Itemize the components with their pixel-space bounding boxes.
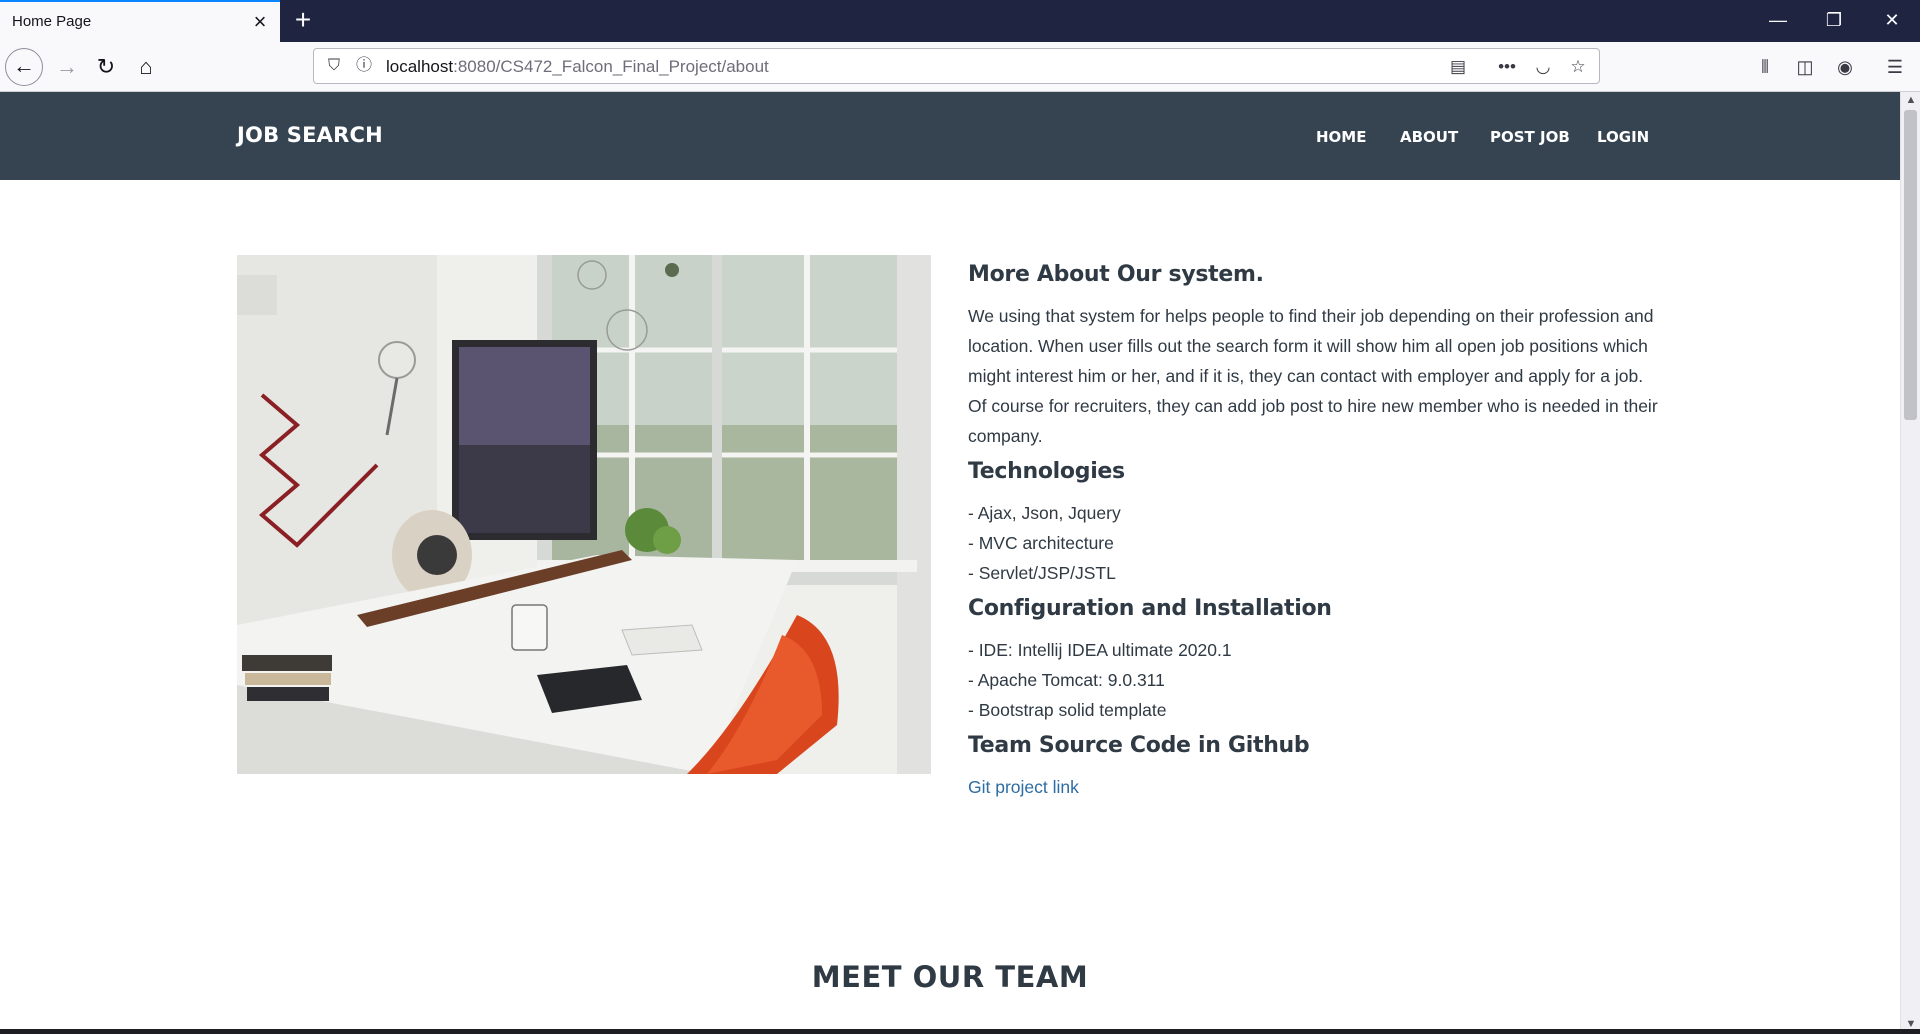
back-icon[interactable]: ← — [5, 48, 43, 86]
reader-view-icon[interactable]: ▤ — [1445, 54, 1471, 80]
window-close-icon[interactable]: ✕ — [1864, 0, 1920, 42]
home-icon[interactable]: ⌂ — [127, 48, 165, 86]
more-actions-icon[interactable]: ••• — [1494, 54, 1520, 80]
configuration-list: - IDE: Intellij IDEA ultimate 2020.1 - A… — [968, 635, 1658, 725]
technologies-title: Technologies — [968, 459, 1125, 484]
menu-item-about[interactable]: ABOUT — [1400, 128, 1458, 146]
team-section-title: MEET OUR TEAM — [811, 960, 1089, 994]
site-brand[interactable]: JOB SEARCH — [237, 123, 383, 147]
workspace-photo — [237, 255, 931, 774]
menu-item-login[interactable]: LOGIN — [1597, 128, 1649, 146]
reload-icon[interactable]: ↻ — [87, 48, 125, 86]
address-bar[interactable]: ⛉ ⓘ localhost:8080/CS472_Falcon_Final_Pr… — [313, 48, 1600, 84]
git-project-link[interactable]: Git project link — [968, 777, 1079, 797]
technologies-list: - Ajax, Json, Jquery - MVC architecture … — [968, 498, 1658, 588]
configuration-title: Configuration and Installation — [968, 596, 1332, 621]
new-tab-icon[interactable]: + — [288, 6, 318, 36]
url-text[interactable]: localhost:8080/CS472_Falcon_Final_Projec… — [386, 57, 769, 77]
list-item: - Ajax, Json, Jquery — [968, 503, 1121, 523]
menu-icon[interactable]: ☰ — [1880, 52, 1910, 82]
tab-close-icon[interactable]: × — [246, 8, 274, 36]
list-item: - Bootstrap solid template — [968, 700, 1167, 720]
page-scrollbar[interactable]: ▲ ▼ — [1900, 92, 1920, 1034]
about-title: More About Our system. — [968, 262, 1264, 287]
account-icon[interactable]: ◉ — [1830, 52, 1860, 82]
list-item: - MVC architecture — [968, 533, 1114, 553]
url-host: localhost — [386, 57, 454, 76]
shield-icon[interactable]: ⛉ — [322, 54, 346, 78]
browser-tab-bar: Home Page × + — ❐ ✕ — [0, 0, 1920, 42]
source-code-title: Team Source Code in Github — [968, 733, 1310, 758]
list-item: - IDE: Intellij IDEA ultimate 2020.1 — [968, 640, 1232, 660]
list-item: - Servlet/JSP/JSTL — [968, 563, 1116, 583]
about-section: More About Our system. We using that sys… — [968, 262, 1658, 802]
pocket-icon[interactable]: ◡ — [1530, 54, 1556, 80]
scroll-thumb[interactable] — [1904, 110, 1917, 420]
tab-title: Home Page — [12, 13, 92, 30]
forward-icon[interactable]: → — [48, 48, 86, 86]
site-header: JOB SEARCH HOME ABOUT POST JOB LOGIN — [0, 92, 1900, 180]
library-icon[interactable]: ⫴ — [1750, 52, 1780, 82]
sidebar-icon[interactable]: ◫ — [1790, 52, 1820, 82]
taskbar-edge — [0, 1029, 1920, 1034]
scroll-up-icon[interactable]: ▲ — [1901, 92, 1920, 108]
bookmark-star-icon[interactable]: ☆ — [1565, 54, 1591, 80]
about-description: We using that system for helps people to… — [968, 306, 1658, 446]
menu-item-post-job[interactable]: POST JOB — [1490, 128, 1570, 146]
page-viewport: JOB SEARCH HOME ABOUT POST JOB LOGIN Mor… — [0, 92, 1900, 1034]
list-item: - Apache Tomcat: 9.0.311 — [968, 670, 1165, 690]
url-path: :8080/CS472_Falcon_Final_Project/about — [453, 57, 769, 76]
browser-tab[interactable]: Home Page × — [0, 0, 280, 42]
browser-toolbar: ← → ↻ ⌂ ⛉ ⓘ localhost:8080/CS472_Falcon_… — [0, 42, 1920, 92]
minimize-icon[interactable]: — — [1750, 0, 1806, 42]
info-icon[interactable]: ⓘ — [352, 54, 376, 78]
restore-icon[interactable]: ❐ — [1806, 0, 1862, 42]
menu-item-home[interactable]: HOME — [1316, 128, 1366, 146]
